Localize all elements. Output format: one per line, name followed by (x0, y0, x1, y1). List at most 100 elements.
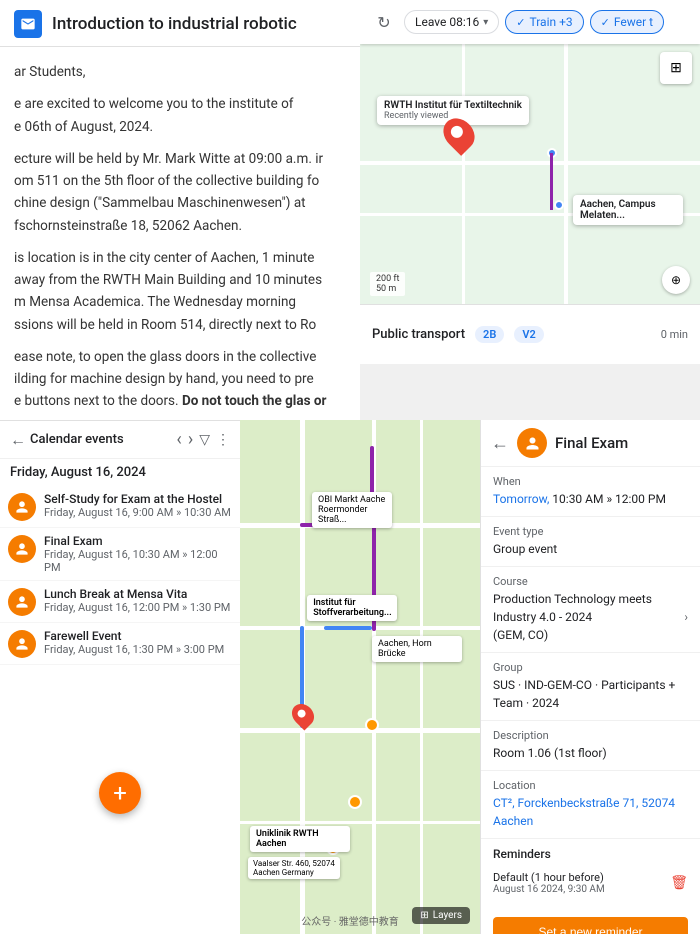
event-title-1: Self-Study for Exam at the Hostel (44, 492, 231, 506)
add-icon: + (113, 781, 127, 805)
email-panel: Introduction to industrial robotic ar St… (0, 0, 360, 420)
location-link[interactable]: CT², Forckenbeckstraße 71, 52074 Aachen (493, 796, 675, 828)
email-title: Introduction to industrial robotic (52, 14, 297, 34)
scale-ft: 200 ft (376, 274, 399, 284)
group-label: Group (493, 661, 688, 674)
map-background (360, 44, 700, 304)
route-road-v3 (420, 420, 423, 934)
event-group-section: Group SUS · IND-GEM-CO · Participants + … (481, 653, 700, 721)
group-value: SUS · IND-GEM-CO · Participants + Team ·… (493, 676, 688, 712)
when-label: When (493, 475, 688, 488)
train-chip[interactable]: ✓ Train +3 (505, 10, 583, 34)
course-value: Production Technology meets Industry 4.0… (493, 590, 688, 644)
poi-name: RWTH Institut für Textiltechnik (384, 100, 522, 111)
desc-value: Room 1.06 (1st floor) (493, 744, 688, 762)
calendar-event-2[interactable]: Final Exam Friday, August 16, 10:30 AM »… (0, 528, 240, 581)
event-info-1: Self-Study for Exam at the Hostel Friday… (44, 492, 231, 519)
event-info-4: Farewell Event Friday, August 16, 1:30 P… (44, 629, 224, 656)
event-detail-back-button[interactable]: ← (491, 433, 509, 454)
dest-name: Aachen, Campus Melaten... (580, 199, 676, 221)
route-label-text-1: Institut fürStoffverarbeitung... (313, 598, 391, 618)
route-pin-dot (287, 699, 318, 730)
event-time-3: Friday, August 16, 12:00 PM » 1:30 PM (44, 601, 230, 614)
watermark: 公众号 · 雅堂德中教育 (299, 913, 401, 928)
road-horizontal-1 (360, 161, 700, 165)
map-area: RWTH Institut für Textiltechnik Recently… (360, 44, 700, 304)
route-dot-2 (554, 200, 564, 210)
calendar-filter-button[interactable]: ▽ (199, 432, 210, 448)
routes-panel: Institut fürStoffverarbeitung... OBI Mar… (240, 420, 480, 934)
course-label: Course (493, 575, 688, 588)
set-reminder-button[interactable]: Set a new reminder (493, 917, 688, 934)
compass[interactable]: ⊕ (662, 266, 690, 294)
maps-toolbar: ↻ Leave 08:16 ▾ ✓ Train +3 ✓ Fewer t (360, 0, 700, 44)
maps-panel: ↻ Leave 08:16 ▾ ✓ Train +3 ✓ Fewer t RWT… (360, 0, 700, 420)
email-header: Introduction to industrial robotic (0, 0, 360, 47)
route-road-h4 (240, 821, 480, 824)
reminder-info: Default (1 hour before) August 16 2024, … (493, 871, 605, 895)
calendar-menu-button[interactable]: ⋮ (216, 432, 230, 448)
route-map-background: Institut fürStoffverarbeitung... OBI Mar… (240, 420, 480, 934)
event-icon-3 (8, 588, 36, 616)
email-salutation: ar Students, (14, 61, 346, 83)
route-label-3: Aachen, Horn Brücke (372, 636, 462, 662)
vaalser-text: Vaalser Str. 460, 52074Aachen Germany (253, 859, 335, 877)
layers-icon: ⊞ (420, 910, 428, 921)
calendar-panel: ← Calendar events ‹ › ▽ ⋮ Friday, August… (0, 420, 240, 934)
calendar-prev-button[interactable]: ‹ (176, 429, 181, 450)
uniklinik-text: Uniklinik RWTH Aachen (256, 829, 319, 849)
calendar-header: ← Calendar events ‹ › ▽ ⋮ (0, 421, 240, 459)
event-detail-header: ← Final Exam (481, 420, 700, 467)
fewer-chip[interactable]: ✓ Fewer t (590, 10, 664, 34)
fewer-label: Fewer t (614, 15, 653, 29)
calendar-date-row: Friday, August 16, 2024 (0, 459, 240, 486)
transport-duration: 0 min (661, 328, 688, 341)
event-when-section: When Tomorrow, 10:30 AM » 12:00 PM (481, 467, 700, 517)
calendar-next-button[interactable]: › (188, 429, 193, 450)
refresh-button[interactable]: ↻ (370, 8, 398, 36)
route-line (550, 153, 553, 210)
gmail-icon (14, 10, 42, 38)
leave-chip[interactable]: Leave 08:16 ▾ (404, 10, 499, 34)
route-orange-dot-1 (365, 718, 379, 732)
layers-button[interactable]: ⊞ (660, 52, 692, 84)
reminder-delete-button[interactable]: 🗑 (670, 875, 688, 891)
event-time-4: Friday, August 16, 1:30 PM » 3:00 PM (44, 643, 224, 656)
desc-label: Description (493, 729, 688, 742)
layers-text: Layers (433, 910, 462, 921)
calendar-event-4[interactable]: Farewell Event Friday, August 16, 1:30 P… (0, 623, 240, 665)
vaalser-label: Vaalser Str. 460, 52074Aachen Germany (248, 857, 340, 879)
leave-label: Leave 08:16 (415, 15, 479, 29)
add-event-button[interactable]: + (99, 772, 141, 814)
event-desc-section: Description Room 1.06 (1st floor) (481, 721, 700, 771)
when-value: Tomorrow, 10:30 AM » 12:00 PM (493, 490, 688, 508)
route-layers-button[interactable]: ⊞ Layers (412, 907, 470, 924)
route-path-4 (324, 626, 372, 630)
event-info-3: Lunch Break at Mensa Vita Friday, August… (44, 587, 230, 614)
location-label: Location (493, 779, 688, 792)
email-body: ar Students, e are excited to welcome yo… (0, 47, 360, 415)
map-scale: 200 ft 50 m (370, 272, 405, 296)
email-bold: Do not touch the glas or itself, as thes… (14, 393, 326, 415)
email-para1: e are excited to welcome you to the inst… (14, 93, 346, 138)
watermark-text: 公众号 · 雅堂德中教育 (301, 917, 399, 928)
transport-badge-v2: V2 (514, 326, 543, 343)
calendar-title: Calendar events (30, 432, 124, 447)
calendar-event-3[interactable]: Lunch Break at Mensa Vita Friday, August… (0, 581, 240, 623)
when-tomorrow: Tomorrow, (493, 492, 549, 506)
transport-badge-2b: 2B (475, 326, 504, 343)
calendar-event-1[interactable]: Self-Study for Exam at the Hostel Friday… (0, 486, 240, 528)
event-location-section: Location CT², Forckenbeckstraße 71, 5207… (481, 771, 700, 839)
location-value: CT², Forckenbeckstraße 71, 52074 Aachen (493, 794, 688, 830)
event-icon-2 (8, 535, 36, 563)
map-pin (445, 117, 473, 151)
transport-title: Public transport (372, 327, 465, 342)
event-course-section: Course Production Technology meets Indus… (481, 567, 700, 653)
event-detail-panel: ← Final Exam When Tomorrow, 10:30 AM » 1… (480, 420, 700, 934)
email-para3: is location is in the city center of Aac… (14, 247, 346, 336)
calendar-header-left: ← Calendar events (10, 430, 124, 450)
route-label-1: Institut fürStoffverarbeitung... (307, 595, 397, 621)
course-arrow[interactable]: › (684, 608, 688, 626)
type-value: Group event (493, 540, 688, 558)
calendar-back-button[interactable]: ← (10, 430, 26, 450)
